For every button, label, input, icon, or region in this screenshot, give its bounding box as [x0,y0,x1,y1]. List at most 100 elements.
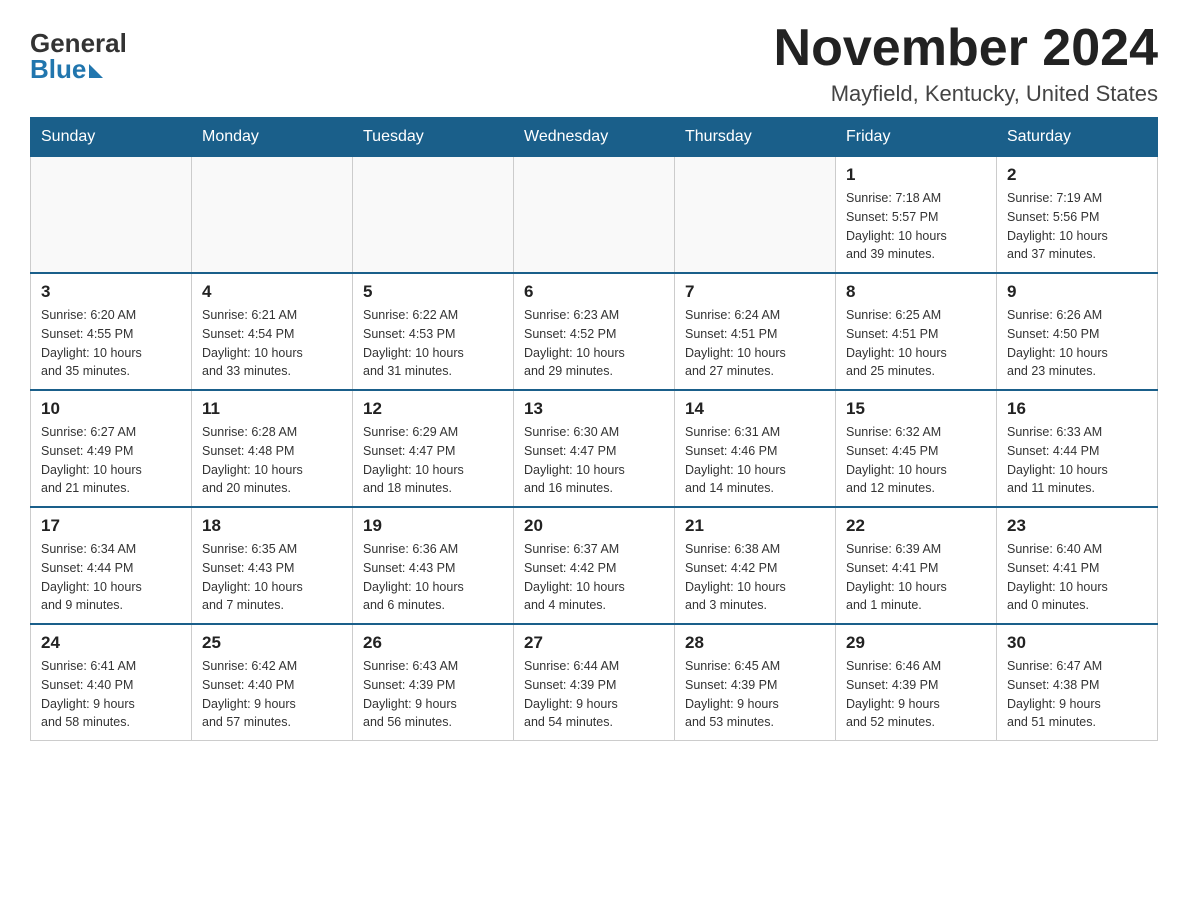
calendar-cell: 19 Sunrise: 6:36 AM Sunset: 4:43 PM Dayli… [353,507,514,624]
calendar-week-row: 24 Sunrise: 6:41 AM Sunset: 4:40 PM Dayli… [31,624,1158,741]
calendar-cell: 28Sunrise: 6:45 AM Sunset: 4:39 PM Dayli… [675,624,836,741]
day-info: Sunrise: 6:27 AM Sunset: 4:49 PM Dayligh… [41,423,181,498]
calendar-cell [353,157,514,274]
day-number: 23 [1007,516,1147,536]
day-info: Sunrise: 6:36 AM Sunset: 4:43 PM Dayligh… [363,540,503,615]
day-number: 5 [363,282,503,302]
calendar-cell: 7 Sunrise: 6:24 AM Sunset: 4:51 PM Daylig… [675,273,836,390]
day-number: 15 [846,399,986,419]
day-info: Sunrise: 6:47 AM Sunset: 4:38 PM Dayligh… [1007,657,1147,732]
calendar-week-row: 1 Sunrise: 7:18 AM Sunset: 5:57 PM Daylig… [31,157,1158,274]
day-info: Sunrise: 6:25 AM Sunset: 4:51 PM Dayligh… [846,306,986,381]
day-info: Sunrise: 6:35 AM Sunset: 4:43 PM Dayligh… [202,540,342,615]
day-number: 12 [363,399,503,419]
calendar-day-header: Tuesday [353,118,514,157]
calendar-cell: 3 Sunrise: 6:20 AM Sunset: 4:55 PM Daylig… [31,273,192,390]
day-number: 17 [41,516,181,536]
calendar-cell: 16Sunrise: 6:33 AM Sunset: 4:44 PM Dayli… [997,390,1158,507]
day-number: 28 [685,633,825,653]
calendar-cell: 4 Sunrise: 6:21 AM Sunset: 4:54 PM Daylig… [192,273,353,390]
day-info: Sunrise: 6:40 AM Sunset: 4:41 PM Dayligh… [1007,540,1147,615]
day-number: 4 [202,282,342,302]
calendar-cell: 26Sunrise: 6:43 AM Sunset: 4:39 PM Dayli… [353,624,514,741]
day-number: 14 [685,399,825,419]
day-number: 22 [846,516,986,536]
calendar-cell: 10Sunrise: 6:27 AM Sunset: 4:49 PM Dayli… [31,390,192,507]
calendar-cell [675,157,836,274]
calendar-cell: 1 Sunrise: 7:18 AM Sunset: 5:57 PM Daylig… [836,157,997,274]
day-info: Sunrise: 6:31 AM Sunset: 4:46 PM Dayligh… [685,423,825,498]
day-info: Sunrise: 6:26 AM Sunset: 4:50 PM Dayligh… [1007,306,1147,381]
calendar-cell: 22Sunrise: 6:39 AM Sunset: 4:41 PM Dayli… [836,507,997,624]
day-info: Sunrise: 6:41 AM Sunset: 4:40 PM Dayligh… [41,657,181,732]
calendar-day-header: Wednesday [514,118,675,157]
day-number: 13 [524,399,664,419]
calendar-cell: 11 Sunrise: 6:28 AM Sunset: 4:48 PM Dayli… [192,390,353,507]
day-number: 29 [846,633,986,653]
calendar-cell: 8 Sunrise: 6:25 AM Sunset: 4:51 PM Daylig… [836,273,997,390]
day-info: Sunrise: 6:34 AM Sunset: 4:44 PM Dayligh… [41,540,181,615]
day-info: Sunrise: 6:38 AM Sunset: 4:42 PM Dayligh… [685,540,825,615]
calendar-cell [31,157,192,274]
day-number: 3 [41,282,181,302]
calendar-cell: 21 Sunrise: 6:38 AM Sunset: 4:42 PM Dayli… [675,507,836,624]
calendar-cell: 14 Sunrise: 6:31 AM Sunset: 4:46 PM Dayli… [675,390,836,507]
day-number: 24 [41,633,181,653]
calendar-day-header: Friday [836,118,997,157]
day-number: 26 [363,633,503,653]
day-info: Sunrise: 7:18 AM Sunset: 5:57 PM Dayligh… [846,189,986,264]
calendar-cell: 20 Sunrise: 6:37 AM Sunset: 4:42 PM Dayli… [514,507,675,624]
day-info: Sunrise: 6:46 AM Sunset: 4:39 PM Dayligh… [846,657,986,732]
day-number: 1 [846,165,986,185]
day-info: Sunrise: 6:20 AM Sunset: 4:55 PM Dayligh… [41,306,181,381]
day-number: 27 [524,633,664,653]
day-number: 7 [685,282,825,302]
logo: General Blue [30,20,127,82]
calendar-week-row: 10Sunrise: 6:27 AM Sunset: 4:49 PM Dayli… [31,390,1158,507]
day-number: 11 [202,399,342,419]
calendar-day-header: Thursday [675,118,836,157]
page-header: General Blue November 2024 Mayfield, Ken… [30,20,1158,107]
day-info: Sunrise: 6:42 AM Sunset: 4:40 PM Dayligh… [202,657,342,732]
day-info: Sunrise: 6:21 AM Sunset: 4:54 PM Dayligh… [202,306,342,381]
day-info: Sunrise: 6:30 AM Sunset: 4:47 PM Dayligh… [524,423,664,498]
day-info: Sunrise: 6:37 AM Sunset: 4:42 PM Dayligh… [524,540,664,615]
day-info: Sunrise: 6:23 AM Sunset: 4:52 PM Dayligh… [524,306,664,381]
calendar-cell [192,157,353,274]
logo-blue-text: Blue [30,56,86,82]
day-info: Sunrise: 6:32 AM Sunset: 4:45 PM Dayligh… [846,423,986,498]
day-number: 9 [1007,282,1147,302]
day-info: Sunrise: 6:28 AM Sunset: 4:48 PM Dayligh… [202,423,342,498]
day-info: Sunrise: 6:22 AM Sunset: 4:53 PM Dayligh… [363,306,503,381]
location-text: Mayfield, Kentucky, United States [774,81,1158,107]
day-number: 2 [1007,165,1147,185]
calendar-cell: 17 Sunrise: 6:34 AM Sunset: 4:44 PM Dayli… [31,507,192,624]
title-section: November 2024 Mayfield, Kentucky, United… [774,20,1158,107]
day-info: Sunrise: 6:24 AM Sunset: 4:51 PM Dayligh… [685,306,825,381]
calendar-cell: 23 Sunrise: 6:40 AM Sunset: 4:41 PM Dayli… [997,507,1158,624]
logo-general-text: General [30,30,127,56]
day-info: Sunrise: 6:44 AM Sunset: 4:39 PM Dayligh… [524,657,664,732]
day-number: 19 [363,516,503,536]
day-number: 20 [524,516,664,536]
calendar-table: SundayMondayTuesdayWednesdayThursdayFrid… [30,117,1158,741]
day-info: Sunrise: 6:33 AM Sunset: 4:44 PM Dayligh… [1007,423,1147,498]
calendar-cell: 25Sunrise: 6:42 AM Sunset: 4:40 PM Dayli… [192,624,353,741]
calendar-cell: 29 Sunrise: 6:46 AM Sunset: 4:39 PM Dayli… [836,624,997,741]
calendar-cell: 15 Sunrise: 6:32 AM Sunset: 4:45 PM Dayli… [836,390,997,507]
day-number: 30 [1007,633,1147,653]
calendar-cell: 5 Sunrise: 6:22 AM Sunset: 4:53 PM Daylig… [353,273,514,390]
calendar-cell: 18Sunrise: 6:35 AM Sunset: 4:43 PM Dayli… [192,507,353,624]
logo-blue-row: Blue [30,56,103,82]
day-number: 8 [846,282,986,302]
calendar-cell [514,157,675,274]
logo-triangle-icon [89,64,103,78]
month-title: November 2024 [774,20,1158,77]
calendar-cell: 2Sunrise: 7:19 AM Sunset: 5:56 PM Daylig… [997,157,1158,274]
calendar-cell: 30 Sunrise: 6:47 AM Sunset: 4:38 PM Dayli… [997,624,1158,741]
calendar-cell: 9 Sunrise: 6:26 AM Sunset: 4:50 PM Daylig… [997,273,1158,390]
day-number: 6 [524,282,664,302]
calendar-day-header: Sunday [31,118,192,157]
day-number: 21 [685,516,825,536]
calendar-cell: 13 Sunrise: 6:30 AM Sunset: 4:47 PM Dayli… [514,390,675,507]
